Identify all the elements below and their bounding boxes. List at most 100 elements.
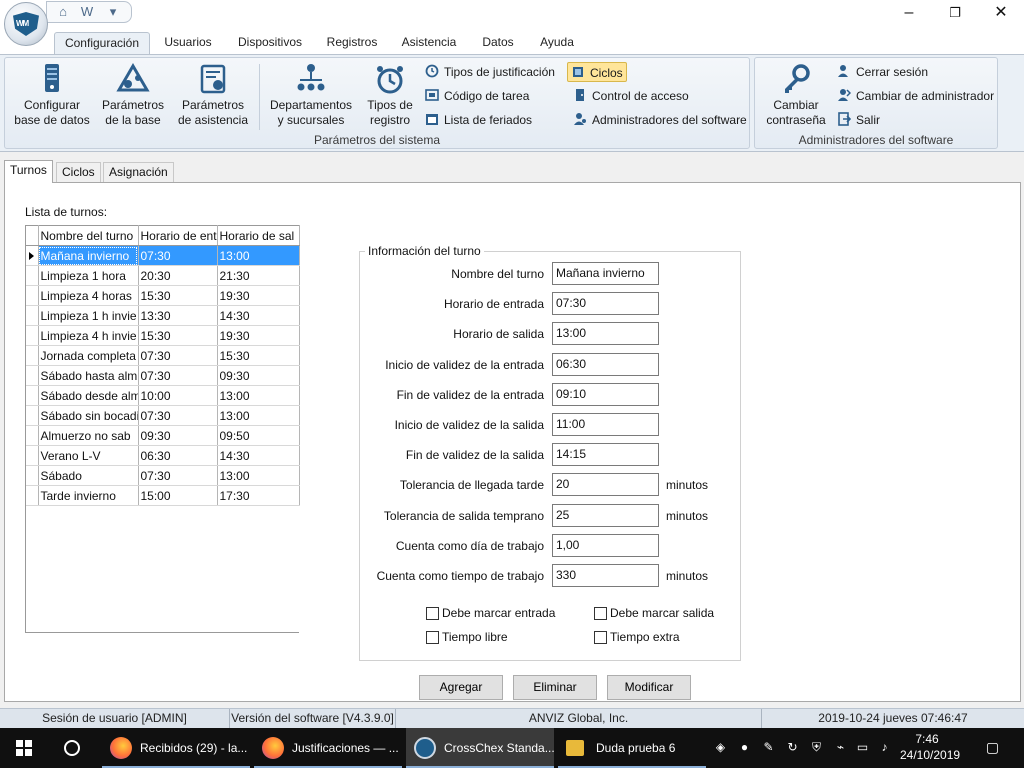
shift-name-field[interactable]: Mañana invierno	[552, 262, 659, 285]
entry-time-cell[interactable]: 07:30	[138, 345, 218, 366]
table-row[interactable]: Jornada completa 07:30 15:30	[26, 345, 300, 366]
entry-time-cell[interactable]: 06:30	[138, 445, 218, 466]
shift-name-cell[interactable]: Verano L-V	[38, 445, 139, 466]
network-icon[interactable]: ▭	[854, 739, 871, 756]
shield-tray-icon[interactable]: ⛨	[808, 739, 825, 756]
table-row[interactable]: Tarde invierno 15:00 17:30	[26, 485, 300, 506]
entry-time-cell[interactable]: 20:30	[138, 265, 218, 286]
tab-turnos[interactable]: Turnos	[4, 160, 53, 183]
access-control-button[interactable]: Control de acceso	[573, 86, 689, 106]
free-time-checkbox[interactable]: Tiempo libre	[426, 630, 508, 644]
shift-name-cell[interactable]: Sábado	[38, 465, 139, 486]
task-code-button[interactable]: Código de tarea	[425, 86, 529, 106]
exit-time-cell[interactable]: 13:00	[217, 405, 300, 426]
entry-time-cell[interactable]: 07:30	[138, 365, 218, 386]
shift-name-cell[interactable]: Tarde invierno	[38, 485, 139, 506]
tab-configuracion[interactable]: Configuración	[54, 32, 150, 54]
exit-time-cell[interactable]: 19:30	[217, 285, 300, 306]
entry-time-cell[interactable]: 07:30	[138, 245, 218, 266]
late-tolerance-field[interactable]: 20	[552, 473, 659, 496]
shift-name-cell[interactable]: Jornada completa	[38, 345, 139, 366]
shift-name-cell[interactable]: Sábado desde alm	[38, 385, 139, 406]
table-row[interactable]: Limpieza 4 h invie 15:30 19:30	[26, 325, 300, 346]
exit-time-cell[interactable]: 15:30	[217, 345, 300, 366]
exit-valid-start-field[interactable]: 11:00	[552, 413, 659, 436]
wm-logo-icon[interactable]: W	[79, 5, 95, 19]
taskbar-app-folder[interactable]: Duda prueba 6	[558, 728, 706, 768]
entry-valid-end-field[interactable]: 09:10	[552, 383, 659, 406]
entry-time-cell[interactable]: 07:30	[138, 465, 218, 486]
entry-valid-start-field[interactable]: 06:30	[552, 353, 659, 376]
add-button[interactable]: Agregar	[419, 675, 503, 700]
app-tray-icon[interactable]: ●	[736, 739, 753, 756]
shift-name-cell[interactable]: Mañana invierno	[38, 245, 139, 266]
exit-time-cell[interactable]: 19:30	[217, 325, 300, 346]
must-punch-in-checkbox[interactable]: Debe marcar entrada	[426, 606, 555, 620]
sync-tray-icon[interactable]: ↻	[784, 739, 801, 756]
entry-time-cell[interactable]: 09:30	[138, 425, 218, 446]
usb-tray-icon[interactable]: ⌁	[832, 739, 849, 756]
exit-time-cell[interactable]: 13:00	[217, 245, 300, 266]
must-punch-out-checkbox[interactable]: Debe marcar salida	[594, 606, 714, 620]
table-row[interactable]: Verano L-V 06:30 14:30	[26, 445, 300, 466]
shift-name-cell[interactable]: Limpieza 4 horas	[38, 285, 139, 306]
tab-datos[interactable]: Datos	[478, 32, 518, 54]
change-password-button[interactable]: Cambiar contraseña	[759, 62, 833, 128]
shift-grid[interactable]: Nombre del turno Horario de ent Horario …	[25, 225, 300, 633]
tab-ayuda[interactable]: Ayuda	[534, 32, 580, 54]
entry-time-cell[interactable]: 15:00	[138, 485, 218, 506]
notifications-icon[interactable]: ▢	[984, 739, 1001, 756]
table-row[interactable]: Sábado 07:30 13:00	[26, 465, 300, 486]
start-button[interactable]	[0, 728, 48, 768]
crosschex-tray-icon[interactable]: ◈	[712, 739, 729, 756]
exit-time-cell[interactable]: 13:00	[217, 465, 300, 486]
home-icon[interactable]: ⌂	[55, 5, 71, 19]
entry-time-cell[interactable]: 10:00	[138, 385, 218, 406]
tab-ciclos[interactable]: Ciclos	[56, 162, 101, 182]
configure-database-button[interactable]: Configurar base de datos	[11, 62, 93, 128]
tab-usuarios[interactable]: Usuarios	[160, 32, 216, 54]
table-row[interactable]: Sábado desde alm 10:00 13:00	[26, 385, 300, 406]
logout-button[interactable]: Cerrar sesión	[837, 62, 928, 82]
dropdown-menu-icon[interactable]: ▾	[105, 5, 121, 19]
shift-name-cell[interactable]: Limpieza 1 hora	[38, 265, 139, 286]
modify-button[interactable]: Modificar	[607, 675, 691, 700]
record-types-button[interactable]: Tipos de registro	[361, 62, 419, 128]
shift-name-cell[interactable]: Almuerzo no sab	[38, 425, 139, 446]
column-header-entry-time[interactable]: Horario de ent	[138, 225, 218, 246]
entry-time-cell[interactable]: 15:30	[138, 325, 218, 346]
overtime-checkbox[interactable]: Tiempo extra	[594, 630, 680, 644]
tab-asignacion[interactable]: Asignación	[103, 162, 174, 182]
cycles-button[interactable]: Ciclos	[567, 62, 627, 82]
entry-time-cell[interactable]: 07:30	[138, 405, 218, 426]
delete-button[interactable]: Eliminar	[513, 675, 597, 700]
exit-time-cell[interactable]: 13:00	[217, 385, 300, 406]
exit-valid-end-field[interactable]: 14:15	[552, 443, 659, 466]
early-exit-tolerance-field[interactable]: 25	[552, 504, 659, 527]
column-header-exit-time[interactable]: Horario de sal	[217, 225, 300, 246]
taskbar-app-crosschex[interactable]: CrossChex Standa...	[406, 728, 554, 768]
maximize-button[interactable]: ❐	[932, 0, 978, 28]
table-row[interactable]: Limpieza 4 horas 15:30 19:30	[26, 285, 300, 306]
table-row[interactable]: Sábado sin bocadi 07:30 13:00	[26, 405, 300, 426]
justification-types-button[interactable]: Tipos de justificación	[425, 62, 555, 82]
taskbar-app-firefox-inbox[interactable]: Recibidos (29) - la...	[102, 728, 250, 768]
tab-registros[interactable]: Registros	[322, 32, 382, 54]
shift-name-cell[interactable]: Limpieza 1 h invie	[38, 305, 139, 326]
worktime-count-field[interactable]: 330	[552, 564, 659, 587]
departments-button[interactable]: Departamentos y sucursales	[265, 62, 357, 128]
exit-time-cell[interactable]: 21:30	[217, 265, 300, 286]
table-row[interactable]: Almuerzo no sab 09:30 09:50	[26, 425, 300, 446]
taskbar-clock[interactable]: 7:46 24/10/2019	[900, 731, 960, 763]
shift-name-cell[interactable]: Sábado hasta almu	[38, 365, 139, 386]
exit-time-cell[interactable]: 17:30	[217, 485, 300, 506]
table-row[interactable]: Mañana invierno 07:30 13:00	[26, 245, 300, 266]
workday-count-field[interactable]: 1,00	[552, 534, 659, 557]
attendance-parameters-button[interactable]: Parámetros de asistencia	[175, 62, 251, 128]
app-logo-icon[interactable]: WM	[4, 2, 48, 46]
table-row[interactable]: Sábado hasta almu 07:30 09:30	[26, 365, 300, 386]
exit-time-cell[interactable]: 09:50	[217, 425, 300, 446]
close-button[interactable]: ✕	[978, 0, 1024, 28]
entry-time-field[interactable]: 07:30	[552, 292, 659, 315]
tab-dispositivos[interactable]: Dispositivos	[232, 32, 308, 54]
